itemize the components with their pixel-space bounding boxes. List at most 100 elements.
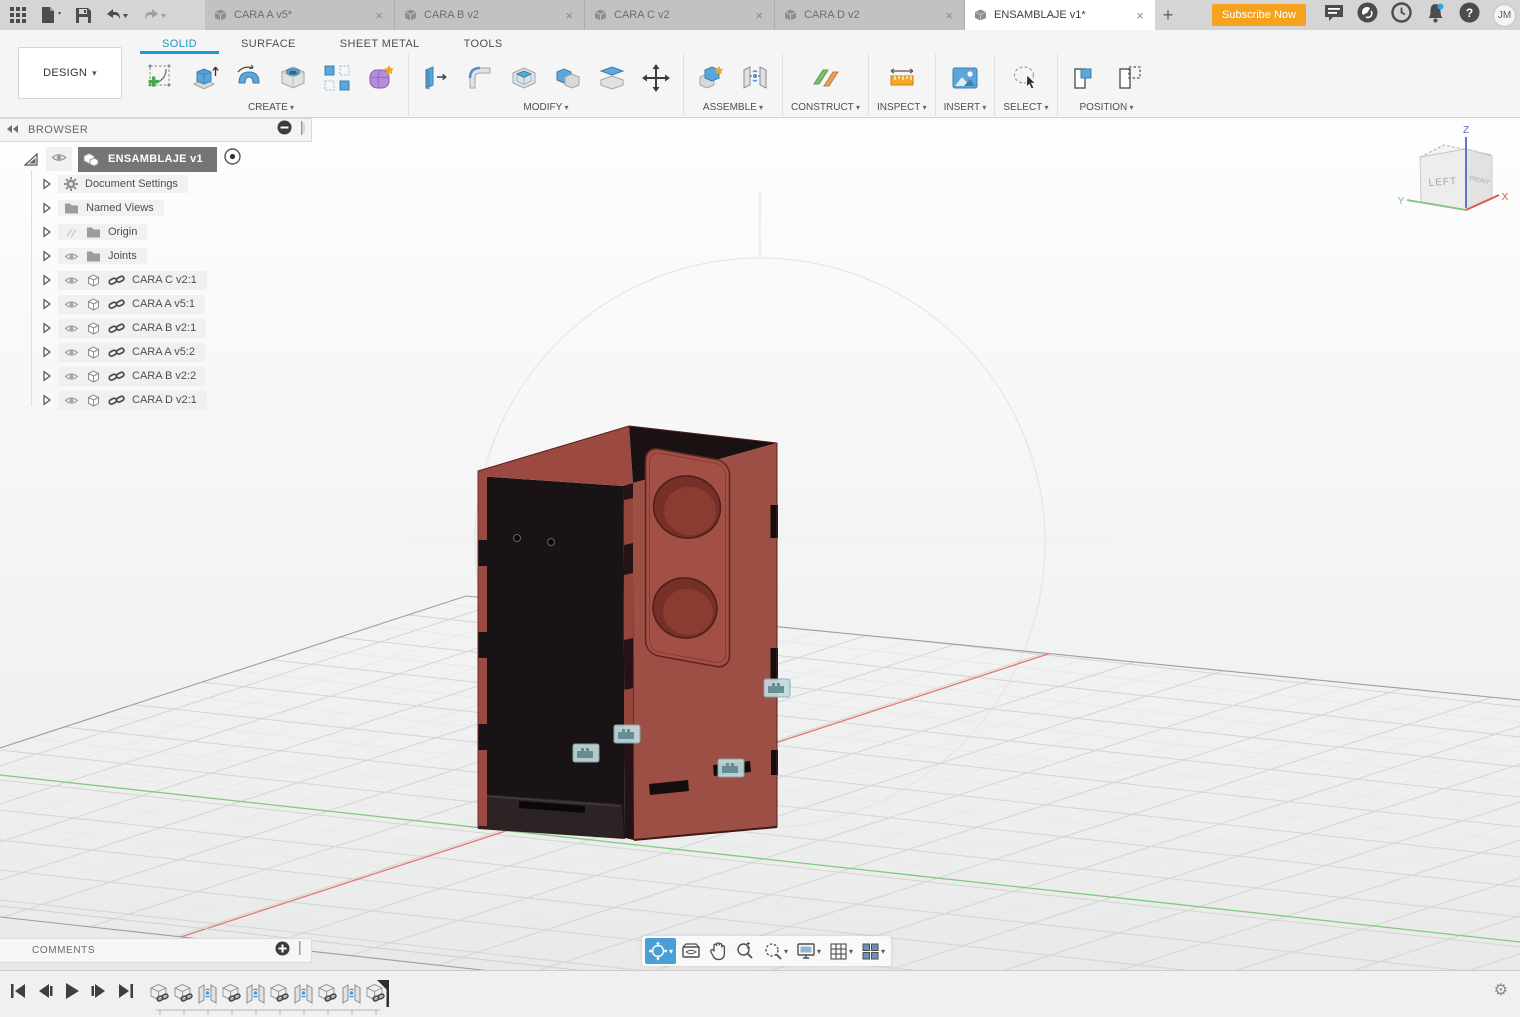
inspect-menu[interactable]: INSPECT [877, 101, 927, 116]
eye-icon[interactable] [64, 371, 79, 382]
expand-arrow-icon[interactable] [42, 394, 52, 406]
tab-surface[interactable]: SURFACE [219, 35, 318, 54]
browser-item-origin[interactable]: Origin [0, 220, 312, 244]
redo-icon[interactable] [139, 5, 171, 26]
comments-icon[interactable] [1324, 3, 1344, 27]
grid-snap-button[interactable]: ▾ [826, 938, 856, 964]
notifications-bell-icon[interactable] [1425, 2, 1446, 29]
expand-arrow-icon[interactable] [42, 226, 52, 238]
expand-arrow-icon[interactable] [42, 178, 52, 190]
pattern-icon[interactable] [318, 58, 356, 98]
pan-button[interactable] [706, 938, 730, 964]
timeline-item-4-component[interactable] [220, 981, 243, 1005]
expand-arrow-icon[interactable] [42, 274, 52, 286]
new-tab-button[interactable]: + [1155, 0, 1181, 30]
close-tab-icon[interactable]: × [942, 8, 956, 23]
eye-icon[interactable] [64, 323, 79, 334]
close-tab-icon[interactable]: × [752, 8, 766, 23]
model-left-face[interactable] [478, 476, 625, 838]
browser-item-named-views[interactable]: Named Views [0, 196, 312, 220]
create-form-icon[interactable] [362, 58, 400, 98]
move-icon[interactable] [637, 58, 675, 98]
viewports-button[interactable]: ▾ [858, 938, 888, 964]
combine-icon[interactable] [549, 58, 587, 98]
document-tab-5[interactable]: ENSAMBLAJE v1* × [965, 0, 1155, 30]
split-body-icon[interactable] [593, 58, 631, 98]
timeline-settings-gear-icon[interactable]: ⚙ [1494, 983, 1508, 999]
browser-item-cara-d-v2-1[interactable]: CARA D v2:1 [0, 388, 312, 412]
remove-panel-icon[interactable] [277, 120, 292, 140]
tab-sheet-metal[interactable]: SHEET METAL [318, 35, 442, 54]
modify-menu[interactable]: MODIFY [523, 101, 568, 116]
root-component-label[interactable]: ENSAMBLAJE v1 [78, 146, 217, 172]
browser-item-cara-a-v5-2[interactable]: CARA A v5:2 [0, 340, 312, 364]
file-menu-icon[interactable] [36, 4, 66, 26]
browser-item-document-settings[interactable]: Document Settings [0, 172, 312, 196]
timeline-item-5-joint[interactable] [244, 981, 267, 1005]
select-icon[interactable] [1007, 58, 1045, 98]
joint-marker[interactable] [572, 743, 600, 763]
expand-arrow-icon[interactable] [42, 298, 52, 310]
workspace-selector[interactable]: DESIGN [18, 47, 122, 99]
timeline-go-start-button[interactable] [8, 981, 28, 1001]
extrude-icon[interactable] [186, 58, 224, 98]
close-tab-icon[interactable]: × [1133, 8, 1147, 23]
tab-tools[interactable]: TOOLS [442, 35, 525, 54]
eye-icon[interactable] [46, 147, 72, 171]
expand-arrow-icon[interactable] [42, 346, 52, 358]
avatar[interactable]: JM [1493, 3, 1516, 27]
timeline-item-9-joint[interactable] [340, 981, 363, 1005]
measure-icon[interactable] [883, 58, 921, 98]
joint-marker[interactable] [717, 758, 745, 778]
model-back-panel[interactable] [478, 426, 633, 486]
expand-arrow-icon[interactable] [42, 250, 52, 262]
position-capture-icon[interactable] [1066, 58, 1104, 98]
timeline-step-forward-button[interactable] [89, 981, 109, 1001]
help-icon[interactable]: ? [1459, 2, 1480, 28]
eye-icon[interactable] [64, 395, 79, 406]
expand-arrow-icon[interactable] [24, 152, 38, 166]
create-sketch-icon[interactable] [142, 58, 180, 98]
timeline-step-back-button[interactable] [35, 981, 55, 1001]
document-tab-1[interactable]: CARA A v5* × [205, 0, 395, 30]
zoom-button[interactable] [732, 938, 758, 964]
expand-arrow-icon[interactable] [42, 370, 52, 382]
document-tab-4[interactable]: CARA D v2 × [775, 0, 965, 30]
joint-icon[interactable] [736, 58, 774, 98]
document-tab-2[interactable]: CARA B v2 × [395, 0, 585, 30]
browser-item-cara-a-v5-1[interactable]: CARA A v5:1 [0, 292, 312, 316]
undo-icon[interactable] [101, 5, 133, 26]
insert-image-icon[interactable] [946, 58, 984, 98]
job-status-icon[interactable] [1357, 2, 1378, 28]
eye-icon[interactable] [64, 347, 79, 358]
eye-icon[interactable] [64, 299, 79, 310]
fillet-icon[interactable] [461, 58, 499, 98]
browser-item-cara-b-v2-1[interactable]: CARA B v2:1 [0, 316, 312, 340]
save-icon[interactable] [72, 5, 95, 26]
panel-drag-handle[interactable] [300, 120, 305, 140]
close-tab-icon[interactable]: × [372, 8, 386, 23]
subscribe-button[interactable]: Subscribe Now [1212, 4, 1306, 26]
timeline-go-end-button[interactable] [116, 981, 136, 1001]
expand-arrow-icon[interactable] [42, 202, 52, 214]
browser-item-joints[interactable]: Joints [0, 244, 312, 268]
zoom-window-button[interactable]: ▾ [760, 938, 791, 964]
construct-menu[interactable]: CONSTRUCT [791, 101, 860, 116]
timeline-play-button[interactable] [62, 981, 82, 1001]
new-component-icon[interactable] [692, 58, 730, 98]
position-revert-icon[interactable] [1110, 58, 1148, 98]
timeline-item-1-component[interactable] [148, 981, 171, 1005]
panel-drag-handle[interactable] [298, 941, 303, 960]
close-tab-icon[interactable]: × [562, 8, 576, 23]
view-cube[interactable]: LEFT FRONT Z X Y [1398, 125, 1509, 211]
orbit-button[interactable]: ▾ [645, 938, 677, 964]
timeline-item-2-component[interactable] [172, 981, 195, 1005]
eye-icon[interactable] [64, 275, 79, 286]
insert-menu[interactable]: INSERT [944, 101, 987, 116]
expand-arrow-icon[interactable] [42, 322, 52, 334]
press-pull-icon[interactable] [417, 58, 455, 98]
document-tab-3[interactable]: CARA C v2 × [585, 0, 775, 30]
joint-marker[interactable] [613, 724, 641, 744]
display-settings-button[interactable]: ▾ [793, 938, 824, 964]
viewcube-left-label[interactable]: LEFT [1428, 176, 1457, 189]
